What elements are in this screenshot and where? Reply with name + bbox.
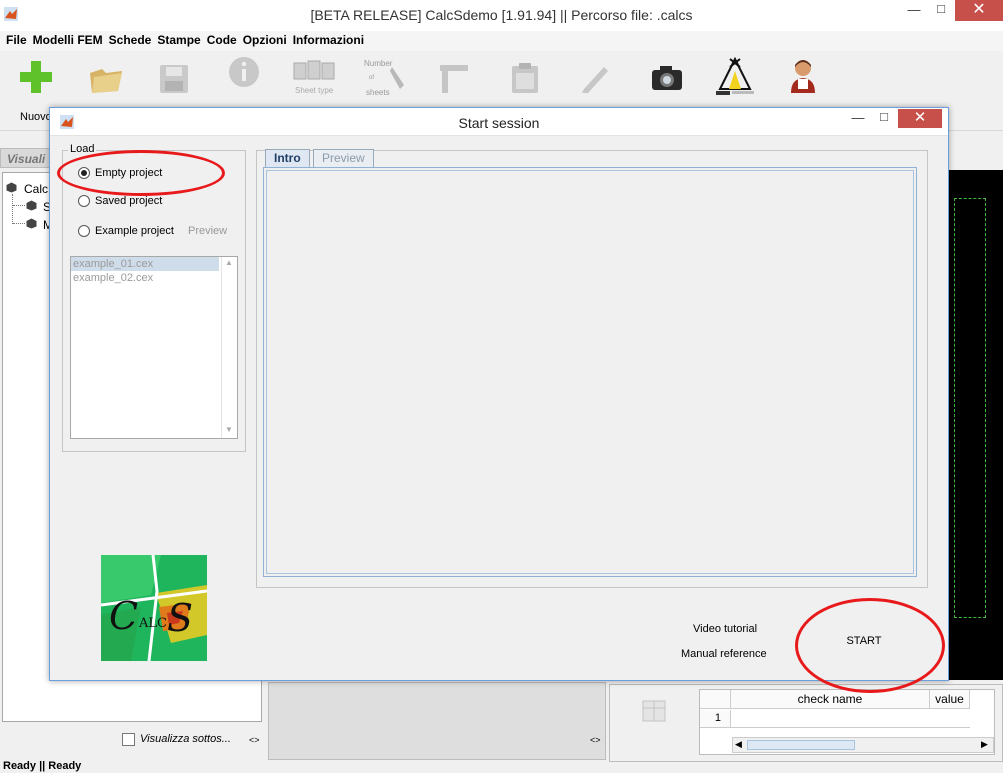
video-tutorial-link[interactable]: Video tutorial: [693, 623, 757, 635]
left-panel-title: Visuali: [7, 152, 46, 166]
column-header-value[interactable]: value: [930, 690, 970, 709]
svg-text:C: C: [109, 594, 138, 638]
tree-root-cube-icon: [6, 182, 17, 193]
menu-code[interactable]: Code: [207, 31, 243, 51]
example-project-label: Example project: [95, 225, 174, 237]
calcs-logo: C ALC S: [101, 555, 207, 661]
intro-content-area: [266, 170, 914, 574]
manual-reference-link[interactable]: Manual reference: [681, 648, 767, 660]
scroll-right-arrow-icon[interactable]: ▶: [981, 739, 988, 750]
table-grid-icon[interactable]: [642, 700, 666, 722]
table-corner: [700, 690, 731, 709]
row-header: 1: [700, 710, 731, 728]
minimize-button[interactable]: —: [906, 2, 922, 17]
tree-connector-1: [13, 205, 25, 206]
maximize-button[interactable]: □: [933, 1, 949, 16]
bottom-middle-panel: [268, 682, 606, 760]
saved-project-label: Saved project: [95, 195, 163, 207]
annotation-ellipse-empty-project: [57, 150, 225, 196]
check-table[interactable]: check name value 1 ◀ ▶: [699, 689, 995, 755]
show-sub-checkbox[interactable]: [122, 733, 135, 746]
scroll-thumb[interactable]: [747, 740, 855, 750]
option-saved-project[interactable]: Saved project: [78, 195, 162, 207]
camera-icon[interactable]: [650, 63, 684, 93]
sheet-type-icon[interactable]: [292, 59, 338, 81]
start-session-dialog: Start session — □ ✕ Load Empty project S…: [49, 107, 949, 693]
edit-pencil-icon[interactable]: [578, 61, 612, 95]
window-title: [BETA RELEASE] CalcSdemo [1.91.94] || Pe…: [310, 7, 693, 23]
new-button-label: Nuovo: [20, 111, 52, 123]
horizontal-scrollbar[interactable]: ◀ ▶: [732, 737, 994, 753]
dialog-close-button[interactable]: ✕: [898, 109, 942, 128]
tipee-tent-logo-icon[interactable]: [712, 57, 758, 97]
annotation-ellipse-start: [795, 598, 945, 693]
saved-project-radio[interactable]: [78, 195, 90, 207]
option-example-project[interactable]: Example project: [78, 225, 174, 237]
list-item[interactable]: example_01.cex: [71, 257, 219, 271]
tree-connector-2: [13, 223, 25, 224]
dialog-minimize-button[interactable]: —: [850, 110, 866, 125]
tree-root-label[interactable]: Calc: [24, 182, 48, 196]
save-disk-icon[interactable]: [158, 63, 190, 95]
intro-tab-content: [263, 167, 917, 577]
dialog-maximize-button[interactable]: □: [876, 109, 892, 124]
examples-list[interactable]: example_01.cex example_02.cex ▲ ▼: [70, 256, 238, 439]
open-folder-icon[interactable]: [88, 65, 124, 95]
resize-handle-left[interactable]: <>: [249, 735, 260, 745]
clipboard-icon[interactable]: [508, 61, 542, 95]
svg-text:ALC: ALC: [138, 616, 167, 631]
list-item[interactable]: example_02.cex: [71, 271, 219, 285]
info-icon[interactable]: [227, 55, 261, 89]
menu-informazioni[interactable]: Informazioni: [293, 31, 370, 51]
scroll-down-arrow-icon[interactable]: ▼: [225, 425, 233, 434]
beam-icon[interactable]: [436, 63, 472, 95]
svg-text:S: S: [167, 596, 193, 640]
preview-link[interactable]: Preview: [188, 225, 227, 237]
user-support-icon[interactable]: [788, 57, 818, 95]
column-header-check-name[interactable]: check name: [731, 690, 930, 709]
resize-handle-middle[interactable]: <>: [590, 735, 601, 745]
canvas-grid-frame: [954, 198, 986, 618]
close-button[interactable]: ✕: [955, 0, 1003, 21]
menu-file[interactable]: File: [6, 31, 33, 51]
list-scrollbar[interactable]: ▲ ▼: [221, 257, 237, 438]
menu-modelli-fem[interactable]: Modelli FEM: [33, 31, 109, 51]
show-sub-label: Visualizza sottos...: [140, 733, 231, 745]
tree-connector: [12, 194, 13, 224]
sheets-label: sheets: [366, 88, 390, 97]
table-row[interactable]: [731, 710, 970, 728]
dialog-title: Start session: [458, 115, 540, 131]
example-project-radio[interactable]: [78, 225, 90, 237]
of-label: of: [369, 75, 375, 81]
new-plus-icon[interactable]: [18, 59, 54, 95]
menu-stampe[interactable]: Stampe: [157, 31, 206, 51]
tab-preview[interactable]: Preview: [313, 149, 374, 167]
tree-child-cube-icon: [26, 218, 37, 229]
scroll-up-arrow-icon[interactable]: ▲: [225, 258, 233, 267]
number-of-sheets-pencil-icon[interactable]: [388, 63, 408, 93]
menu-bar: File Modelli FEM Schede Stampe Code Opzi…: [0, 31, 1003, 51]
tree-child-cube-icon: [26, 200, 37, 211]
sheet-type-label: Sheet type: [295, 86, 334, 95]
menu-opzioni[interactable]: Opzioni: [243, 31, 293, 51]
scroll-left-arrow-icon[interactable]: ◀: [735, 739, 742, 750]
graphics-canvas[interactable]: [948, 170, 1003, 680]
status-bar: Ready || Ready: [3, 760, 82, 772]
menu-schede[interactable]: Schede: [109, 31, 158, 51]
tab-intro[interactable]: Intro: [265, 149, 310, 167]
